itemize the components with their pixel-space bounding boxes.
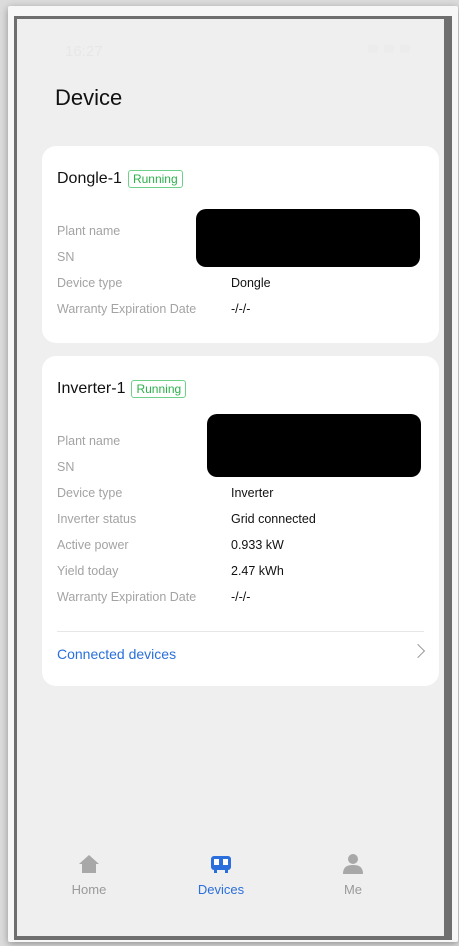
info-label: Device type bbox=[57, 276, 123, 290]
battery-icon bbox=[400, 45, 410, 53]
info-label: Warranty Expiration Date bbox=[57, 590, 197, 604]
bottom-tab-bar: Home Devices Me bbox=[17, 836, 444, 936]
device-card-header: Inverter-1 Running bbox=[57, 380, 187, 398]
info-label: Yield today bbox=[57, 564, 119, 578]
devices-icon bbox=[211, 856, 231, 873]
page-title: Device bbox=[55, 85, 123, 110]
chevron-right-icon[interactable] bbox=[410, 643, 426, 659]
info-value: 2.47 kWh bbox=[231, 564, 284, 578]
info-label: Warranty Expiration Date bbox=[57, 302, 197, 316]
info-value: Dongle bbox=[231, 276, 271, 290]
info-row-device-type: Device type Inverter bbox=[57, 480, 316, 506]
status-badge: Running bbox=[127, 170, 183, 188]
device-name: Dongle-1 bbox=[57, 170, 122, 187]
device-card-dongle[interactable]: Dongle-1 Running Plant name SN Device ty… bbox=[42, 146, 439, 343]
info-label: SN bbox=[57, 250, 75, 264]
info-value: 0.933 kW bbox=[231, 538, 284, 552]
tab-home[interactable]: Home bbox=[59, 852, 119, 897]
tab-devices[interactable]: Devices bbox=[191, 852, 251, 897]
info-value: -/-/- bbox=[231, 590, 251, 604]
redaction-block bbox=[207, 414, 421, 477]
info-label: SN bbox=[57, 460, 75, 474]
status-bar: 16:27 bbox=[17, 19, 444, 73]
signal-icon bbox=[368, 45, 378, 53]
info-label: Plant name bbox=[57, 434, 121, 448]
info-value: -/-/- bbox=[231, 302, 251, 316]
info-label: Device type bbox=[57, 486, 123, 500]
wifi-icon bbox=[384, 45, 394, 53]
device-card-header: Dongle-1 Running bbox=[57, 170, 183, 188]
tab-label: Me bbox=[343, 882, 363, 897]
info-row-warranty: Warranty Expiration Date -/-/- bbox=[57, 584, 316, 610]
person-icon bbox=[343, 854, 363, 874]
phone-screen: 16:27 Device Dongle-1 Running Plant name… bbox=[14, 16, 452, 940]
tab-me[interactable]: Me bbox=[323, 852, 383, 897]
info-label: Inverter status bbox=[57, 512, 137, 526]
info-row-device-type: Device type Dongle bbox=[57, 270, 271, 296]
info-label: Plant name bbox=[57, 224, 121, 238]
info-row-yield-today: Yield today 2.47 kWh bbox=[57, 558, 316, 584]
tab-label: Devices bbox=[197, 882, 245, 897]
status-badge: Running bbox=[131, 380, 187, 398]
info-label: Active power bbox=[57, 538, 129, 552]
status-time: 16:27 bbox=[65, 43, 103, 60]
info-row-active-power: Active power 0.933 kW bbox=[57, 532, 316, 558]
divider bbox=[57, 631, 424, 632]
home-icon bbox=[79, 855, 99, 873]
device-name: Inverter-1 bbox=[57, 380, 126, 397]
info-row-inverter-status: Inverter status Grid connected bbox=[57, 506, 316, 532]
info-row-warranty: Warranty Expiration Date -/-/- bbox=[57, 296, 271, 322]
redaction-block bbox=[196, 209, 420, 267]
info-value: Inverter bbox=[231, 486, 274, 500]
info-value: Grid connected bbox=[231, 512, 316, 526]
status-icons bbox=[368, 45, 410, 53]
device-card-inverter[interactable]: Inverter-1 Running Plant name SN Device … bbox=[42, 356, 439, 686]
connected-devices-link[interactable]: Connected devices bbox=[57, 646, 176, 662]
tab-label: Home bbox=[71, 882, 107, 897]
